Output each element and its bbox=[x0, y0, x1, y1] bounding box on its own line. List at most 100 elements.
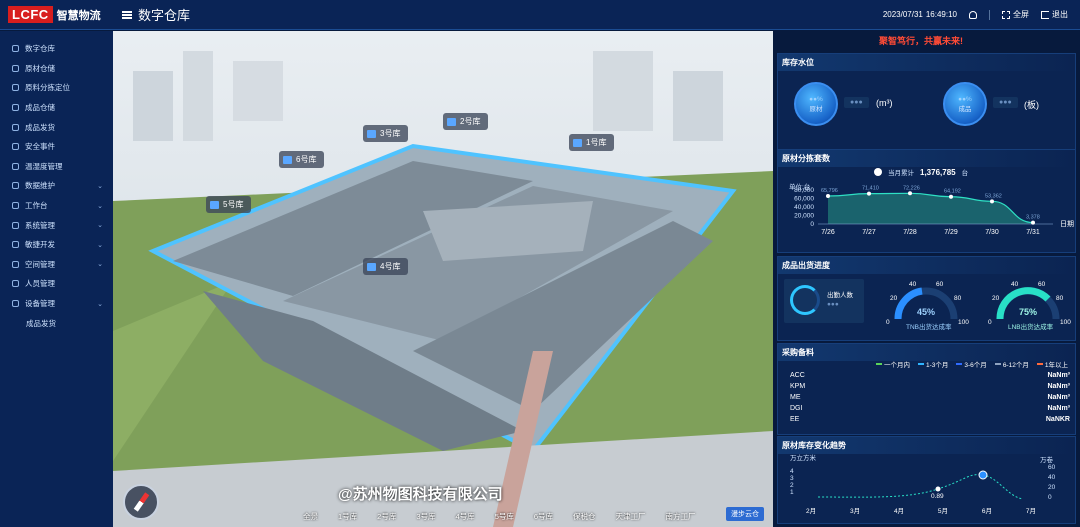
warehouse-label-2[interactable]: 2号库 bbox=[443, 113, 489, 130]
tab-wh6[interactable]: 6号库 bbox=[524, 509, 563, 524]
row-value: NaNm³ bbox=[1047, 372, 1070, 379]
chevron-down-icon: ⌄ bbox=[97, 300, 103, 308]
x-tick: 7/27 bbox=[862, 229, 876, 236]
tab-wh4[interactable]: 4号库 bbox=[446, 509, 485, 524]
sidebar-item-shipping[interactable]: 成品发货 bbox=[0, 117, 113, 137]
tab-south[interactable]: 南方工厂 bbox=[656, 509, 706, 524]
warehouse-label-5[interactable]: 5号库 bbox=[206, 196, 252, 213]
tab-wh3[interactable]: 3号库 bbox=[406, 509, 445, 524]
compass-icon[interactable] bbox=[123, 484, 159, 520]
x-tick: 2月 bbox=[806, 508, 817, 515]
warehouse-label-6[interactable]: 6号库 bbox=[279, 151, 325, 168]
sidebar-item-personnel[interactable]: 人员管理 bbox=[0, 274, 113, 294]
row-value: NaNm³ bbox=[1047, 383, 1070, 390]
tab-wh5[interactable]: 5号库 bbox=[485, 509, 524, 524]
sidebar-item-space[interactable]: 空间管理 ⌄ bbox=[0, 255, 113, 275]
bg-building bbox=[593, 51, 653, 131]
sidebar-item-digital-warehouse[interactable]: 数字仓库 bbox=[0, 39, 113, 59]
tab-overview[interactable]: 全景 bbox=[293, 509, 328, 524]
blurred-value: ●●% bbox=[958, 95, 972, 103]
scene-tabs: 全景 1号库 2号库 3号库 4号库 5号库 6号库 保税仓 天津工厂 南方工厂 bbox=[293, 509, 706, 524]
raw-level-circle: ●●% 原材 bbox=[794, 82, 838, 126]
shield-icon bbox=[12, 143, 19, 151]
tab-tianjin[interactable]: 天津工厂 bbox=[606, 509, 656, 524]
warehouse-label-1[interactable]: 1号库 bbox=[569, 134, 615, 151]
sidebar-item-finished-storage[interactable]: 成品仓储 bbox=[0, 98, 113, 118]
logo-text: 智慧物流 bbox=[56, 9, 101, 22]
data-label: 64,192 bbox=[944, 189, 961, 195]
user-icon[interactable] bbox=[969, 10, 977, 19]
sorting-title: 原材分拣套数 bbox=[778, 150, 1075, 167]
sidebar-item-safety[interactable]: 安全事件 bbox=[0, 137, 113, 157]
gauge-tick: 80 bbox=[954, 295, 962, 302]
data-label: 65,796 bbox=[821, 188, 838, 194]
layers-icon bbox=[12, 260, 19, 268]
gauge1-label: TNB出货达成率 bbox=[906, 324, 952, 331]
x-tick: 3月 bbox=[849, 508, 861, 515]
gauge-tick: 40 bbox=[909, 281, 917, 288]
table-row: EE NaNKR bbox=[790, 416, 1070, 423]
sidebar-subitem-shipping[interactable]: 成品发货 bbox=[0, 313, 113, 333]
month-total: 当月累计 1,376,785 台 bbox=[874, 167, 968, 177]
fullscreen-button[interactable]: 全屏 bbox=[1002, 9, 1029, 20]
x-tick: 4月 bbox=[893, 508, 905, 515]
y-tick: 0 bbox=[810, 221, 814, 228]
watermark: @苏州物图科技有限公司 bbox=[338, 486, 503, 503]
sidebar-item-label: 成品发货 bbox=[25, 122, 55, 132]
gauge-tick: 20 bbox=[992, 295, 1000, 302]
sidebar-item-humidity[interactable]: 温湿度管理 bbox=[0, 157, 113, 177]
tab-wh1[interactable]: 1号库 bbox=[328, 509, 367, 524]
slogan: 聚智笃行，共赢未来! bbox=[879, 36, 963, 46]
eye-icon bbox=[874, 168, 882, 176]
x-axis-label: 日期 bbox=[1060, 220, 1074, 228]
send-icon bbox=[12, 241, 19, 249]
inventory-card: 库存水位 ●●% 原材 ●●● (m³) ●●% 成品 ●●● (板) bbox=[777, 53, 1076, 153]
chart-icon bbox=[12, 123, 19, 131]
legend-item: 6-12个月 bbox=[994, 359, 1029, 369]
gauge-tick: 60 bbox=[1038, 281, 1046, 288]
sidebar-item-workbench[interactable]: 工作台 ⌄ bbox=[0, 196, 113, 216]
sidebar-item-label: 安全事件 bbox=[25, 142, 55, 152]
sidebar-item-label: 敏捷开发 bbox=[25, 240, 55, 250]
sidebar-item-devices[interactable]: 设备管理 ⌄ bbox=[0, 294, 113, 314]
data-label: 53,362 bbox=[985, 193, 1002, 199]
bg-building bbox=[673, 71, 723, 141]
gauge-tick: 100 bbox=[1060, 319, 1071, 326]
menu-icon[interactable] bbox=[122, 10, 132, 19]
row-name: DGI bbox=[790, 405, 803, 412]
sidebar-item-label: 原材仓储 bbox=[25, 63, 55, 73]
right-panel: 聚智笃行，共赢未来! 库存水位 ●●% 原材 ●●● (m³) ●●% 成品 ●… bbox=[773, 31, 1080, 527]
roam-button[interactable]: 漫步云仓 bbox=[726, 507, 764, 521]
legend-item: 1-3个月 bbox=[918, 359, 948, 369]
sidebar-item-raw-storage[interactable]: 原材仓储 bbox=[0, 59, 113, 79]
sidebar-item-data[interactable]: 数据维护 ⌄ bbox=[0, 176, 113, 196]
warehouse-label-4[interactable]: 4号库 bbox=[363, 258, 409, 275]
gear-icon bbox=[12, 162, 19, 170]
warehouse-label-3[interactable]: 3号库 bbox=[363, 125, 409, 142]
building-icon bbox=[573, 138, 582, 147]
x-tick: 7/26 bbox=[821, 229, 835, 236]
sidebar-item-system[interactable]: 系统管理 ⌄ bbox=[0, 215, 113, 235]
table-row: DGI NaNm³ bbox=[790, 405, 1070, 412]
y-tick: 40,000 bbox=[794, 204, 814, 211]
sidebar: 数字仓库 原材仓储 原料分拣定位 成品仓储 成品发货 安全事件 温湿度管理 数据… bbox=[0, 31, 113, 527]
row-name: EE bbox=[790, 416, 800, 423]
gauge-tick: 20 bbox=[890, 295, 898, 302]
legend-label: 1年以上 bbox=[1044, 362, 1068, 369]
warehouse-3d-view[interactable]: 1号库 2号库 3号库 4号库 5号库 6号库 @苏州物图科技有限公司 全景 1… bbox=[113, 31, 773, 527]
gauge-tick: 40 bbox=[1011, 281, 1019, 288]
sidebar-item-label: 空间管理 bbox=[25, 259, 55, 269]
trend-x-axis: 2月 3月 4月 5月 6月 7月 bbox=[806, 505, 1036, 515]
center-building bbox=[423, 201, 593, 261]
tab-wh2[interactable]: 2号库 bbox=[367, 509, 406, 524]
row-name: KPM bbox=[790, 383, 806, 390]
fullscreen-label: 全屏 bbox=[1013, 10, 1029, 19]
data-point bbox=[990, 199, 994, 204]
row-name: ME bbox=[790, 394, 801, 401]
logout-button[interactable]: 退出 bbox=[1041, 9, 1068, 20]
tab-bonded[interactable]: 保税仓 bbox=[563, 509, 606, 524]
y-tick: 60,000 bbox=[794, 196, 814, 203]
sorting-chart: 80,000 60,00040,000 20,0000 65,796 7/26 71,41… bbox=[794, 185, 1074, 236]
sidebar-item-agile[interactable]: 敏捷开发 ⌄ bbox=[0, 235, 113, 255]
sidebar-item-sorting[interactable]: 原料分拣定位 bbox=[0, 78, 113, 98]
